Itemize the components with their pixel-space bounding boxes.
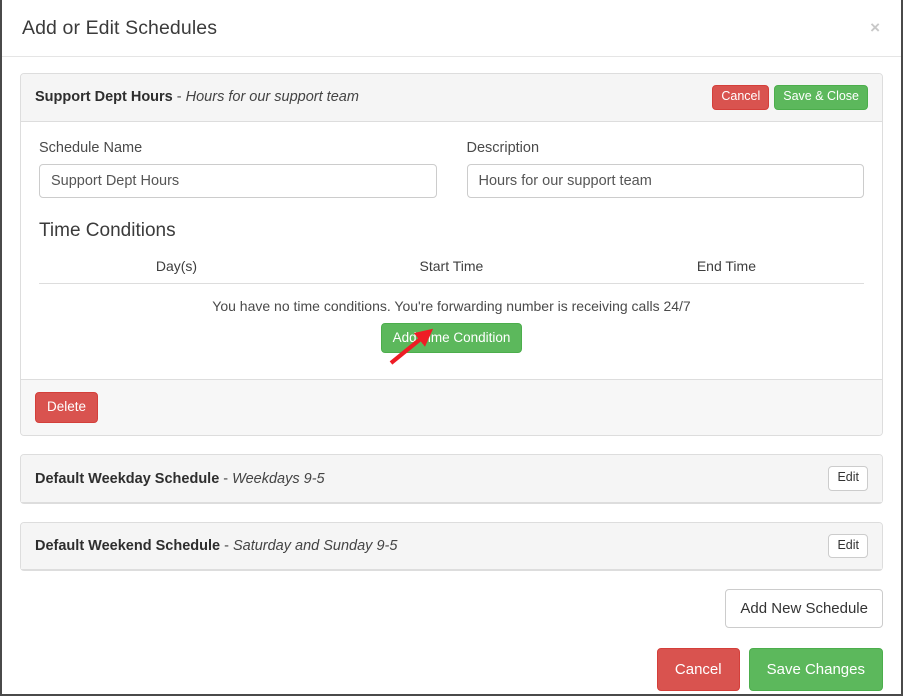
edit-schedule-button[interactable]: Edit xyxy=(828,466,868,491)
add-time-condition-button[interactable]: Add Time Condition xyxy=(380,322,523,354)
schedule-panel-header: Support Dept Hours - Hours for our suppo… xyxy=(21,74,882,122)
schedule-name-group: Schedule Name xyxy=(39,140,437,198)
schedule-row-title: Default Weekend Schedule - Saturday and … xyxy=(35,538,828,554)
schedule-row-separator: - xyxy=(220,538,233,555)
empty-state-message: You have no time conditions. You're forw… xyxy=(212,297,691,314)
modal-footer-actions: Cancel Save Changes xyxy=(20,648,883,692)
schedule-panel-header-actions: Cancel Save & Close xyxy=(712,85,868,110)
edit-schedule-button[interactable]: Edit xyxy=(828,533,868,559)
cancel-button[interactable]: Cancel xyxy=(656,648,740,692)
schedule-row-name: Default Weekday Schedule xyxy=(35,470,220,487)
schedule-panel-active: Support Dept Hours - Hours for our suppo… xyxy=(20,73,883,437)
schedule-row-actions: Edit xyxy=(828,533,868,559)
schedule-name-label: Schedule Name xyxy=(39,139,143,156)
column-header-end-time: End Time xyxy=(696,257,756,274)
schedule-description-text: Hours for our support team xyxy=(185,89,359,106)
close-icon[interactable]: × xyxy=(866,17,884,38)
delete-schedule-button[interactable]: Delete xyxy=(35,392,99,424)
schedule-panel-footer: Delete xyxy=(21,379,882,436)
column-header-start-time: Start Time xyxy=(419,257,484,274)
modal-body: Support Dept Hours - Hours for our suppo… xyxy=(2,57,901,692)
add-new-schedule-button[interactable]: Add New Schedule xyxy=(725,589,883,629)
schedule-title-separator: - xyxy=(172,89,186,106)
schedule-panel-title: Support Dept Hours - Hours for our suppo… xyxy=(35,89,712,105)
schedule-row-actions: Edit xyxy=(828,466,868,491)
description-group: Description xyxy=(466,139,864,198)
description-label: Description xyxy=(466,139,540,156)
add-new-schedule-row: Add New Schedule xyxy=(20,589,883,629)
schedule-row-description: Saturday and Sunday 9-5 xyxy=(232,538,398,555)
column-header-days: Day(s) xyxy=(155,257,198,274)
schedule-row-description: Weekdays 9-5 xyxy=(232,470,325,487)
schedule-name-text: Support Dept Hours xyxy=(35,89,173,106)
page-title: Add or Edit Schedules xyxy=(22,16,218,39)
schedule-panel-content: Schedule Name Description Time Condition… xyxy=(21,122,882,380)
schedule-row[interactable]: Default Weekday Schedule - Weekdays 9-5 … xyxy=(21,455,882,503)
time-conditions-heading: Time Conditions xyxy=(39,219,176,241)
save-and-close-button[interactable]: Save & Close xyxy=(774,85,868,110)
schedule-name-input[interactable] xyxy=(39,163,437,198)
time-conditions-header-row: Day(s) Start Time End Time xyxy=(39,258,864,284)
schedule-row-separator: - xyxy=(219,470,233,487)
time-conditions-empty-state: You have no time conditions. You're forw… xyxy=(39,284,864,354)
modal-header: Add or Edit Schedules × xyxy=(2,0,901,57)
schedule-form-row: Schedule Name Description xyxy=(39,140,864,198)
cancel-schedule-button[interactable]: Cancel xyxy=(712,85,770,110)
schedule-row-name: Default Weekend Schedule xyxy=(35,538,221,555)
add-edit-schedules-modal: Add or Edit Schedules × Support Dept Hou… xyxy=(0,0,903,696)
schedule-row-title: Default Weekday Schedule - Weekdays 9-5 xyxy=(35,471,828,487)
schedule-panel-weekend: Default Weekend Schedule - Saturday and … xyxy=(20,521,883,572)
schedule-panel-weekday: Default Weekday Schedule - Weekdays 9-5 … xyxy=(20,454,883,504)
description-input[interactable] xyxy=(466,163,864,198)
schedule-row[interactable]: Default Weekend Schedule - Saturday and … xyxy=(21,522,882,571)
time-conditions-table: Day(s) Start Time End Time You have no t… xyxy=(39,258,864,354)
save-changes-button[interactable]: Save Changes xyxy=(748,648,883,692)
